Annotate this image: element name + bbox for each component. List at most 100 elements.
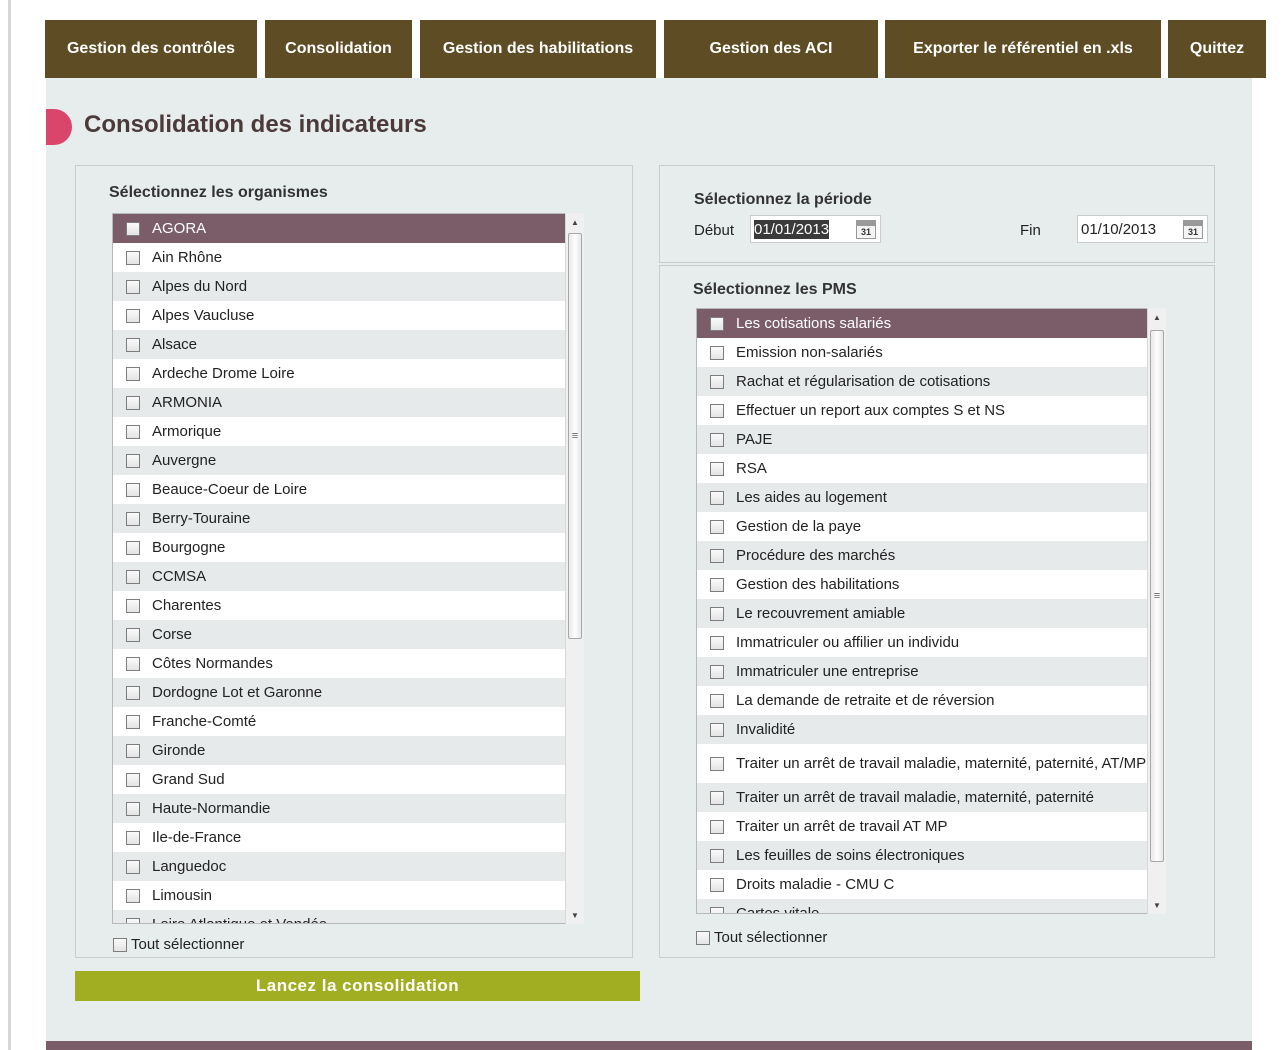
- list-item[interactable]: Alsace: [113, 330, 565, 359]
- checkbox[interactable]: [126, 424, 140, 439]
- list-item[interactable]: PAJE: [697, 425, 1147, 454]
- calendar-icon[interactable]: 31: [1183, 220, 1203, 239]
- checkbox[interactable]: [710, 790, 724, 805]
- list-item[interactable]: Les cotisations salariés: [697, 309, 1147, 338]
- list-item[interactable]: Corse: [113, 620, 565, 649]
- checkbox[interactable]: [126, 685, 140, 700]
- checkbox[interactable]: [126, 888, 140, 903]
- list-item[interactable]: Charentes: [113, 591, 565, 620]
- list-item[interactable]: Droits maladie - CMU C: [697, 870, 1147, 899]
- list-item[interactable]: Dordogne Lot et Garonne: [113, 678, 565, 707]
- scroll-thumb[interactable]: ≡: [568, 233, 582, 639]
- pms-scrollbar[interactable]: ▲ ≡ ▼: [1147, 308, 1166, 914]
- list-item[interactable]: Cartes vitale: [697, 899, 1147, 913]
- list-item[interactable]: CCMSA: [113, 562, 565, 591]
- checkbox[interactable]: [710, 432, 724, 447]
- scroll-down-icon[interactable]: ▼: [1148, 896, 1166, 914]
- checkbox[interactable]: [710, 577, 724, 592]
- tab-gestion-des-habilitations[interactable]: Gestion des habilitations: [420, 20, 656, 78]
- checkbox[interactable]: [126, 569, 140, 584]
- list-item[interactable]: Franche-Comté: [113, 707, 565, 736]
- list-item[interactable]: Alpes du Nord: [113, 272, 565, 301]
- checkbox[interactable]: [126, 279, 140, 294]
- list-item[interactable]: Alpes Vaucluse: [113, 301, 565, 330]
- checkbox[interactable]: [710, 606, 724, 621]
- checkbox[interactable]: [710, 316, 724, 331]
- checkbox[interactable]: [126, 511, 140, 526]
- checkbox[interactable]: [113, 937, 127, 952]
- list-item[interactable]: Emission non-salariés: [697, 338, 1147, 367]
- pms-select-all[interactable]: Tout sélectionner: [696, 929, 827, 946]
- list-item[interactable]: Berry-Touraine: [113, 504, 565, 533]
- list-item[interactable]: Gestion des habilitations: [697, 570, 1147, 599]
- launch-consolidation-button[interactable]: Lancez la consolidation: [75, 971, 640, 1001]
- list-item[interactable]: Grand Sud: [113, 765, 565, 794]
- checkbox[interactable]: [710, 877, 724, 892]
- list-item[interactable]: Les feuilles de soins électroniques: [697, 841, 1147, 870]
- pms-list[interactable]: Les cotisations salariés Emission non-sal…: [696, 308, 1166, 914]
- scroll-up-icon[interactable]: ▲: [1148, 308, 1166, 326]
- checkbox[interactable]: [710, 374, 724, 389]
- list-item[interactable]: Effectuer un report aux comptes S et NS: [697, 396, 1147, 425]
- checkbox[interactable]: [126, 627, 140, 642]
- list-item[interactable]: Invalidité: [697, 715, 1147, 744]
- list-item[interactable]: Gironde: [113, 736, 565, 765]
- organismes-scrollbar[interactable]: ▲ ≡ ▼: [565, 213, 584, 924]
- checkbox[interactable]: [710, 345, 724, 360]
- checkbox[interactable]: [126, 801, 140, 816]
- list-item[interactable]: Haute-Normandie: [113, 794, 565, 823]
- list-item[interactable]: Beauce-Coeur de Loire: [113, 475, 565, 504]
- fin-date-input[interactable]: 01/10/2013 31: [1077, 215, 1208, 243]
- checkbox[interactable]: [126, 337, 140, 352]
- tab-exporter-referentiel[interactable]: Exporter le référentiel en .xls: [885, 20, 1161, 78]
- checkbox[interactable]: [710, 461, 724, 476]
- tab-quittez[interactable]: Quittez: [1168, 20, 1266, 78]
- checkbox[interactable]: [126, 743, 140, 758]
- tab-gestion-des-controles[interactable]: Gestion des contrôles: [45, 20, 257, 78]
- checkbox[interactable]: [710, 693, 724, 708]
- checkbox[interactable]: [126, 656, 140, 671]
- checkbox[interactable]: [126, 308, 140, 323]
- checkbox[interactable]: [126, 366, 140, 381]
- list-item[interactable]: AGORA: [113, 214, 565, 243]
- list-item[interactable]: Côtes Normandes: [113, 649, 565, 678]
- list-item[interactable]: Languedoc: [113, 852, 565, 881]
- organismes-select-all[interactable]: Tout sélectionner: [113, 936, 244, 953]
- checkbox[interactable]: [126, 395, 140, 410]
- checkbox[interactable]: [126, 859, 140, 874]
- checkbox[interactable]: [710, 635, 724, 650]
- checkbox[interactable]: [126, 482, 140, 497]
- checkbox[interactable]: [710, 664, 724, 679]
- checkbox[interactable]: [710, 403, 724, 418]
- list-item[interactable]: Traiter un arrêt de travail AT MP: [697, 812, 1147, 841]
- scroll-thumb[interactable]: ≡: [1150, 330, 1164, 862]
- checkbox[interactable]: [710, 848, 724, 863]
- list-item[interactable]: Le recouvrement amiable: [697, 599, 1147, 628]
- organismes-list[interactable]: AGORA Ain Rhône Alpes du Nord Alpes Vauclus…: [112, 213, 584, 924]
- list-item[interactable]: RSA: [697, 454, 1147, 483]
- checkbox[interactable]: [126, 772, 140, 787]
- checkbox[interactable]: [126, 540, 140, 555]
- list-item[interactable]: Les aides au logement: [697, 483, 1147, 512]
- list-item[interactable]: Traiter un arrêt de travail maladie, mat…: [697, 744, 1147, 783]
- checkbox[interactable]: [126, 917, 140, 923]
- list-item[interactable]: Immatriculer une entreprise: [697, 657, 1147, 686]
- list-item[interactable]: Limousin: [113, 881, 565, 910]
- list-item[interactable]: Auvergne: [113, 446, 565, 475]
- checkbox[interactable]: [710, 756, 724, 771]
- scroll-up-icon[interactable]: ▲: [566, 213, 584, 231]
- checkbox[interactable]: [710, 722, 724, 737]
- list-item[interactable]: Traiter un arrêt de travail maladie, mat…: [697, 783, 1147, 812]
- list-item[interactable]: Armorique: [113, 417, 565, 446]
- checkbox[interactable]: [126, 453, 140, 468]
- list-item[interactable]: Ardeche Drome Loire: [113, 359, 565, 388]
- list-item[interactable]: La demande de retraite et de réversion: [697, 686, 1147, 715]
- tab-gestion-des-aci[interactable]: Gestion des ACI: [664, 20, 878, 78]
- checkbox[interactable]: [710, 819, 724, 834]
- list-item[interactable]: ARMONIA: [113, 388, 565, 417]
- checkbox[interactable]: [696, 930, 710, 945]
- checkbox[interactable]: [126, 830, 140, 845]
- list-item[interactable]: Rachat et régularisation de cotisations: [697, 367, 1147, 396]
- calendar-icon[interactable]: 31: [856, 220, 876, 239]
- checkbox[interactable]: [126, 598, 140, 613]
